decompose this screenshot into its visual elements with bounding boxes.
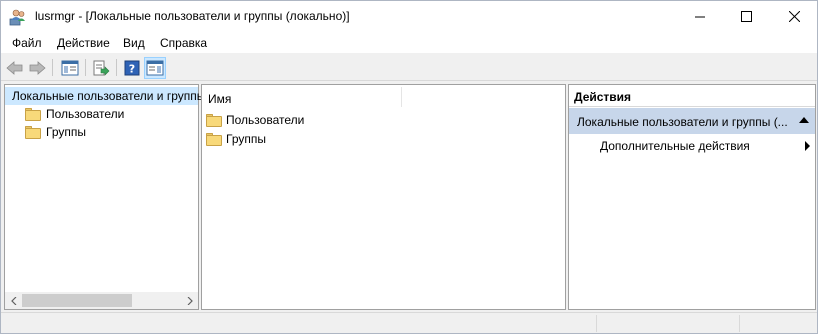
export-list-button[interactable]: [90, 57, 112, 79]
chevron-left-icon: [10, 296, 16, 305]
menu-view[interactable]: Вид: [123, 36, 145, 50]
show-hide-action-pane-icon: [146, 60, 164, 76]
chevron-right-icon: [187, 296, 193, 305]
results-list-pane[interactable]: Имя Пользователи Группы: [201, 84, 566, 310]
export-list-icon: [93, 60, 110, 76]
console-tree-pane[interactable]: Локальные пользователи и группы (локальн…: [4, 84, 269, 310]
mmc-window: lusrmgr - [Локальные пользователи и груп…: [0, 0, 818, 334]
column-header-name[interactable]: Имя: [208, 92, 231, 106]
collapse-arrow-icon[interactable]: [799, 117, 809, 123]
actions-group-header[interactable]: Локальные пользователи и группы (...: [569, 108, 815, 134]
tree-item-label: Пользователи: [46, 107, 125, 121]
submenu-arrow-icon: [805, 141, 810, 151]
action-label: Дополнительные действия: [600, 139, 750, 153]
tree-item-users[interactable]: Пользователи: [25, 105, 124, 123]
show-hide-console-tree-button[interactable]: [59, 57, 81, 79]
menu-file[interactable]: Файл: [12, 36, 42, 50]
window-title: lusrmgr - [Локальные пользователи и груп…: [35, 9, 350, 23]
tree-root-local-users-and-groups[interactable]: Локальные пользователи и группы (локальн…: [5, 87, 269, 105]
toolbar-separator: [85, 59, 86, 76]
back-arrow-icon: [6, 61, 23, 75]
list-item-users[interactable]: Пользователи: [206, 111, 304, 129]
status-divider: [739, 315, 740, 332]
forward-button[interactable]: [26, 57, 48, 79]
folder-icon: [206, 132, 222, 146]
menu-bar: Файл Действие Вид Справка: [1, 33, 817, 53]
actions-header: Действия: [569, 85, 815, 107]
status-bar: [1, 312, 817, 333]
tree-item-groups[interactable]: Группы: [25, 123, 86, 141]
scroll-right-button[interactable]: [181, 292, 198, 309]
folder-icon: [25, 125, 41, 139]
back-button[interactable]: [4, 57, 26, 79]
show-hide-console-tree-icon: [61, 60, 79, 76]
minimize-icon: [694, 16, 705, 18]
list-item-groups[interactable]: Группы: [206, 130, 266, 148]
maximize-button[interactable]: [723, 1, 769, 32]
list-item-label: Пользователи: [226, 113, 305, 127]
folder-icon: [206, 113, 222, 127]
column-divider[interactable]: [401, 87, 402, 107]
svg-text:?: ?: [129, 63, 135, 76]
action-more-actions[interactable]: Дополнительные действия: [600, 139, 810, 157]
minimize-button[interactable]: [677, 1, 723, 32]
close-button[interactable]: [771, 1, 817, 32]
menu-help[interactable]: Справка: [160, 36, 207, 50]
toolbar-separator: [116, 59, 117, 76]
title-bar[interactable]: lusrmgr - [Локальные пользователи и груп…: [1, 1, 817, 33]
column-header-row: Имя: [202, 85, 565, 109]
toolbar: ?: [1, 54, 817, 81]
scroll-left-button[interactable]: [5, 292, 22, 309]
horizontal-scrollbar[interactable]: [5, 292, 198, 309]
help-button[interactable]: ?: [121, 57, 143, 79]
status-divider: [596, 315, 597, 332]
actions-pane: Действия Локальные пользователи и группы…: [568, 84, 816, 310]
toolbar-separator: [52, 59, 53, 76]
actions-group-label: Локальные пользователи и группы (...: [577, 115, 788, 129]
scrollbar-thumb[interactable]: [22, 294, 132, 307]
menu-action[interactable]: Действие: [57, 36, 110, 50]
forward-arrow-icon: [29, 61, 46, 75]
users-computer-icon: [9, 9, 25, 26]
help-icon: ?: [124, 60, 140, 76]
show-hide-action-pane-button[interactable]: [144, 57, 166, 79]
maximize-icon: [740, 11, 752, 22]
close-icon: [788, 11, 800, 22]
folder-icon: [25, 107, 41, 121]
list-item-label: Группы: [226, 132, 266, 146]
tree-item-label: Группы: [46, 125, 86, 139]
